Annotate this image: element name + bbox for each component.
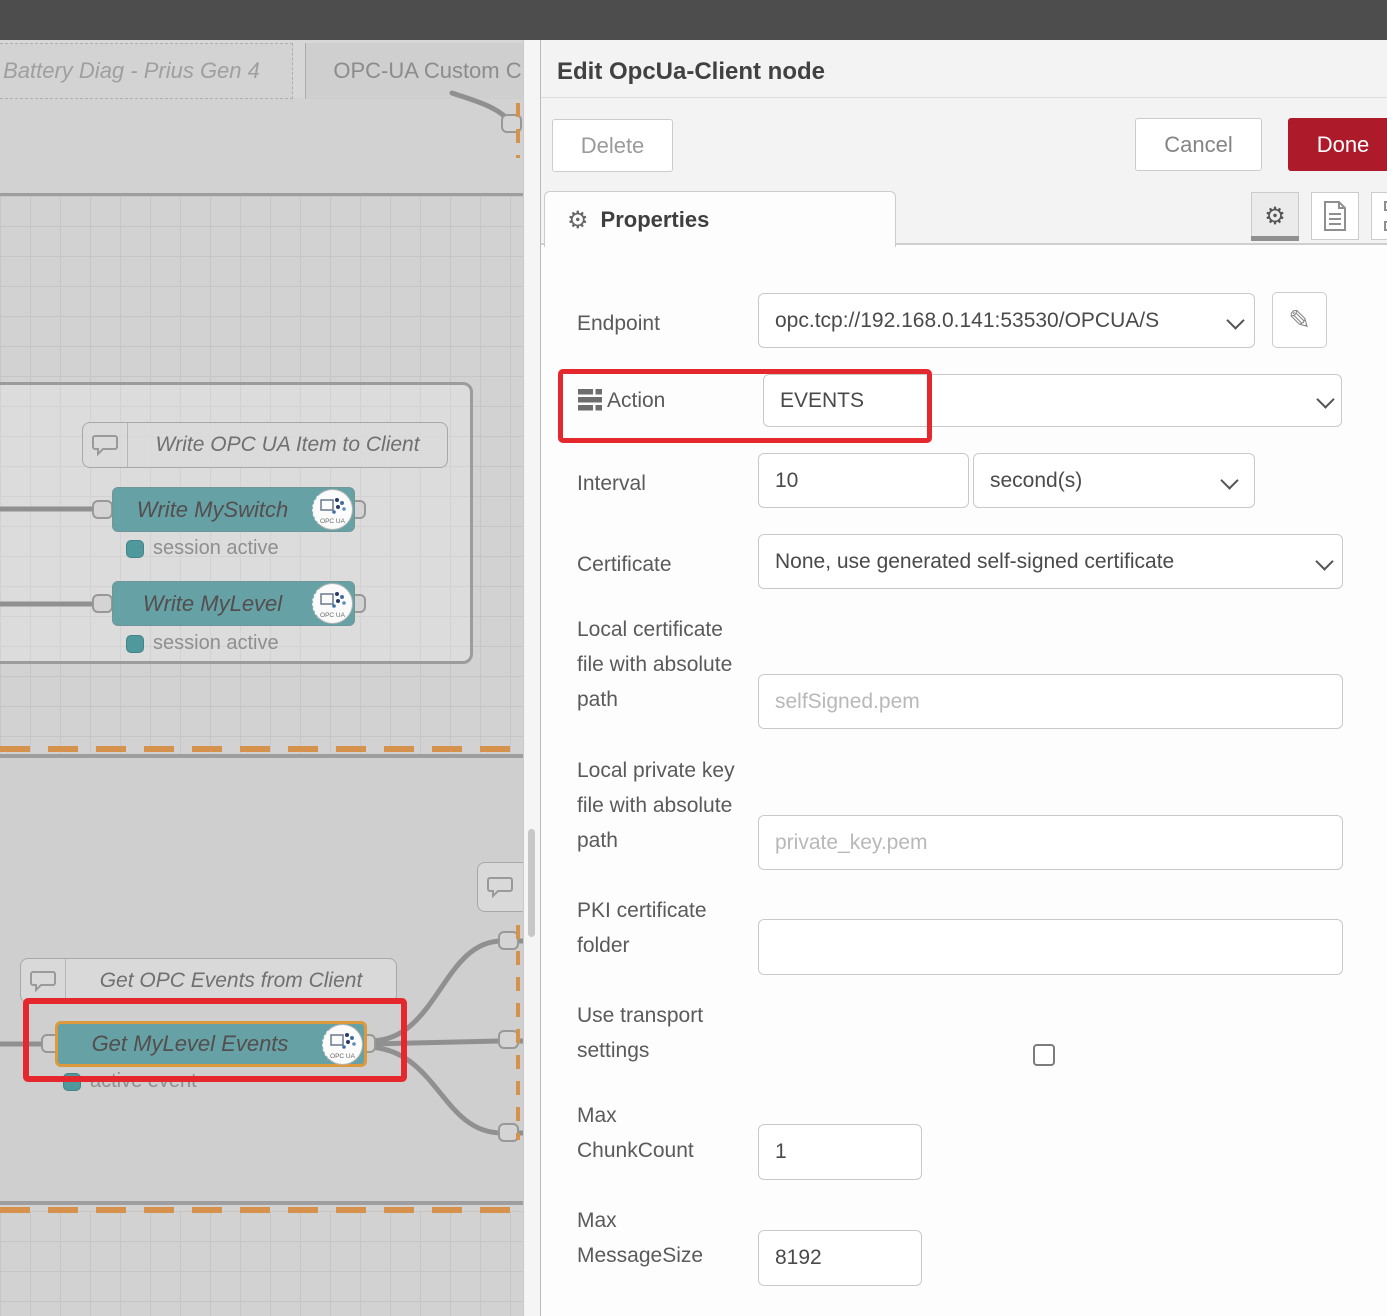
edit-endpoint-button[interactable]: ✎: [1272, 292, 1327, 348]
comment-node-get[interactable]: Get OPC Events from Client: [20, 958, 397, 1003]
status-text: session active: [153, 537, 279, 560]
node-red-editor: Write OPC UA Item to Client Write MySwit…: [0, 0, 1387, 1316]
local-certificate-input[interactable]: [758, 674, 1343, 729]
pki-folder-input[interactable]: [758, 919, 1343, 975]
node-write-myswitch[interactable]: Write MySwitch OPC UA: [112, 487, 355, 532]
app-header-bar: [0, 0, 1387, 40]
status-dot-icon: [126, 635, 144, 653]
selected-group-dash-right-2: [516, 925, 520, 1140]
edit-tray: Edit OpcUa-Client node Delete Cancel Don…: [540, 40, 1387, 1316]
comment-node-write[interactable]: Write OPC UA Item to Client: [82, 422, 448, 468]
comment-bubble-icon: [83, 423, 128, 467]
delete-button[interactable]: Delete: [552, 119, 673, 172]
comment-label: Get OPC Events from Client: [66, 969, 396, 993]
gear-icon: ⚙: [1264, 202, 1286, 230]
node-input-port[interactable]: [92, 594, 113, 613]
node-description-button[interactable]: [1311, 192, 1359, 240]
max-message-input[interactable]: [758, 1230, 922, 1286]
interval-unit-value: second(s): [990, 469, 1082, 493]
workspace-scrollbar-track: [523, 40, 541, 1316]
svg-text:OPC UA: OPC UA: [320, 612, 346, 619]
node-appearance-button[interactable]: [1371, 192, 1387, 240]
interval-input[interactable]: [758, 453, 969, 508]
node-status: session active: [126, 537, 279, 560]
transport-label: Use transport settings: [577, 998, 742, 1068]
status-text: session active: [153, 632, 279, 655]
max-message-label: Max MessageSize: [577, 1203, 717, 1273]
endpoint-label: Endpoint: [577, 306, 660, 341]
private-key-label: Local private key file with absolute pat…: [577, 753, 742, 858]
wires-layer: [0, 0, 540, 1316]
cancel-button[interactable]: Cancel: [1135, 118, 1262, 171]
certificate-select[interactable]: None, use generated self-signed certific…: [758, 534, 1343, 589]
max-chunk-label: Max ChunkCount: [577, 1098, 717, 1168]
active-icon-underline: [1251, 236, 1299, 241]
tray-title: Edit OpcUa-Client node: [557, 58, 825, 86]
interval-unit-select[interactable]: second(s): [973, 453, 1255, 508]
opcua-badge-icon: OPC UA: [312, 583, 353, 624]
transport-checkbox[interactable]: [1033, 1044, 1055, 1066]
comment-bubble-icon: [478, 863, 522, 911]
max-chunk-input[interactable]: [758, 1124, 922, 1180]
endpoint-select[interactable]: opc.tcp://192.168.0.141:53530/OPCUA/S: [758, 293, 1255, 348]
status-dot-icon: [126, 540, 144, 558]
node-write-mylevel[interactable]: Write MyLevel OPC UA: [112, 581, 355, 626]
node-status: session active: [126, 632, 279, 655]
node-input-port[interactable]: [92, 500, 113, 519]
node-label: Write MySwitch: [113, 497, 312, 523]
certificate-label: Certificate: [577, 547, 672, 582]
annotation-box-action: [558, 369, 932, 443]
node-label: Write MyLevel: [113, 591, 312, 617]
interval-label: Interval: [577, 466, 646, 501]
gear-icon: ⚙: [567, 206, 589, 234]
annotation-box-node: [23, 998, 407, 1082]
svg-text:OPC UA: OPC UA: [320, 518, 346, 525]
private-key-input[interactable]: [758, 815, 1343, 870]
opcua-badge-icon: OPC UA: [312, 489, 353, 530]
comment-label: Write OPC UA Item to Client: [128, 433, 447, 457]
local-certificate-label: Local certificate file with absolute pat…: [577, 612, 742, 717]
workspace-scrollbar-thumb[interactable]: [528, 829, 535, 937]
tab-properties[interactable]: ⚙ Properties: [544, 191, 896, 247]
document-icon: [1322, 201, 1348, 231]
endpoint-value: opc.tcp://192.168.0.141:53530/OPCUA/S: [775, 309, 1159, 333]
selected-group-dash-right-1: [516, 103, 520, 158]
appearance-icon: [1383, 200, 1387, 232]
divider: [541, 97, 1387, 98]
tab-properties-label: Properties: [601, 207, 710, 233]
pki-folder-label: PKI certificate folder: [577, 893, 742, 963]
pencil-icon: ✎: [1288, 305, 1311, 336]
node-settings-button[interactable]: ⚙: [1251, 192, 1299, 240]
done-button[interactable]: Done: [1288, 118, 1387, 171]
comment-bubble-icon: [21, 959, 66, 1002]
certificate-value: None, use generated self-signed certific…: [775, 550, 1174, 574]
